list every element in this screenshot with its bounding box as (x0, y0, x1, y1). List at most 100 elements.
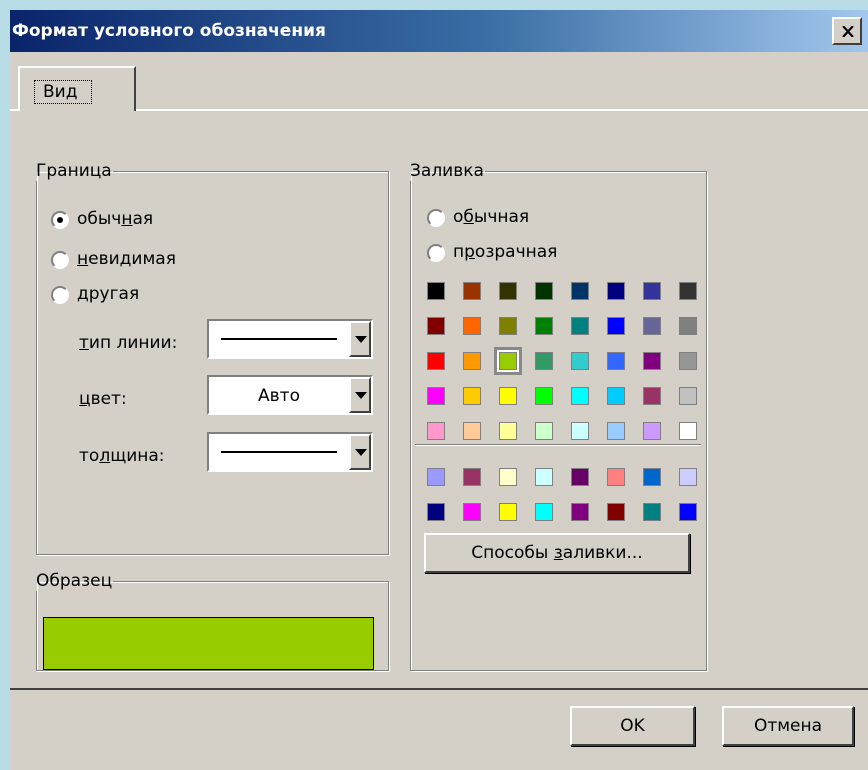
fill-transparent-radio[interactable] (427, 244, 445, 262)
color-swatch[interactable] (571, 282, 589, 300)
color-swatch[interactable] (607, 352, 625, 370)
border-invisible-label: невидимая (77, 249, 176, 269)
dialog-title: Формат условного обозначения (12, 21, 326, 41)
line-type-combo[interactable] (207, 319, 373, 359)
fill-group-legend: Заливка (410, 161, 484, 181)
line-thickness-label: толщина: (79, 446, 165, 466)
color-swatch[interactable] (497, 350, 519, 372)
color-swatch[interactable] (499, 317, 517, 335)
color-swatch[interactable] (499, 387, 517, 405)
color-swatch[interactable] (535, 387, 553, 405)
fill-normal-label: обычная (453, 207, 530, 227)
color-swatch[interactable] (427, 468, 445, 486)
fill-group: Заливка обычная прозрачная Способы залив… (410, 161, 707, 671)
ok-button[interactable]: OK (570, 706, 695, 746)
color-swatch[interactable] (535, 352, 553, 370)
ok-label: OK (620, 716, 645, 736)
line-thickness-sample (221, 451, 337, 453)
color-swatch[interactable] (463, 387, 481, 405)
color-swatch[interactable] (463, 352, 481, 370)
line-color-value: Авто (258, 386, 300, 406)
color-swatch[interactable] (499, 422, 517, 440)
color-swatch[interactable] (643, 387, 661, 405)
color-swatch[interactable] (427, 422, 445, 440)
color-swatch[interactable] (463, 422, 481, 440)
border-other-radio[interactable] (51, 286, 69, 304)
color-swatch[interactable] (643, 422, 661, 440)
color-swatch[interactable] (679, 317, 697, 335)
color-swatch[interactable] (643, 282, 661, 300)
tab-panel: Граница обычная невидимая другая тип лин… (10, 109, 868, 690)
color-swatch[interactable] (535, 317, 553, 335)
border-normal-radio[interactable] (51, 211, 69, 229)
color-swatch[interactable] (571, 387, 589, 405)
color-swatch[interactable] (571, 468, 589, 486)
color-swatch[interactable] (463, 282, 481, 300)
color-swatch[interactable] (571, 422, 589, 440)
cancel-label: Отмена (753, 716, 823, 736)
close-icon (842, 26, 854, 37)
line-type-dropdown-icon[interactable] (349, 321, 371, 357)
sample-group-legend: Образец (36, 571, 113, 591)
color-swatch[interactable] (463, 503, 481, 521)
line-thickness-combo[interactable] (207, 432, 373, 472)
border-group-legend: Граница (36, 161, 112, 181)
color-swatch[interactable] (643, 317, 661, 335)
format-legend-dialog: Формат условного обозначения Вид Граница… (10, 10, 868, 770)
color-swatch[interactable] (607, 282, 625, 300)
color-swatch[interactable] (571, 317, 589, 335)
color-swatch[interactable] (463, 317, 481, 335)
border-normal-label: обычная (77, 209, 154, 229)
line-thickness-dropdown-icon[interactable] (349, 434, 371, 470)
line-color-label: цвет: (79, 389, 127, 409)
color-swatch[interactable] (607, 468, 625, 486)
fill-effects-label: Способы заливки... (471, 543, 643, 563)
color-swatch[interactable] (427, 317, 445, 335)
color-swatch[interactable] (463, 468, 481, 486)
color-swatch[interactable] (427, 282, 445, 300)
line-type-label: тип линии: (79, 333, 178, 353)
line-color-combo[interactable]: Авто (207, 375, 373, 415)
fill-transparent-label: прозрачная (453, 242, 558, 262)
color-swatch[interactable] (535, 282, 553, 300)
color-swatch[interactable] (427, 352, 445, 370)
line-type-sample (221, 338, 337, 340)
color-swatch[interactable] (499, 282, 517, 300)
color-swatch[interactable] (607, 422, 625, 440)
title-bar[interactable]: Формат условного обозначения (10, 10, 868, 52)
color-swatch[interactable] (571, 352, 589, 370)
color-swatch[interactable] (535, 503, 553, 521)
color-swatch[interactable] (679, 503, 697, 521)
color-swatch[interactable] (607, 503, 625, 521)
color-swatch[interactable] (679, 422, 697, 440)
color-swatch[interactable] (679, 282, 697, 300)
color-swatch[interactable] (427, 503, 445, 521)
fill-normal-radio[interactable] (427, 209, 445, 227)
color-swatch[interactable] (535, 422, 553, 440)
color-swatch[interactable] (643, 352, 661, 370)
color-swatch[interactable] (499, 468, 517, 486)
tab-view[interactable]: Вид (18, 66, 136, 111)
close-button[interactable] (832, 17, 862, 45)
border-group: Граница обычная невидимая другая тип лин… (36, 161, 389, 555)
fill-effects-button[interactable]: Способы заливки... (424, 533, 690, 573)
color-swatch[interactable] (571, 503, 589, 521)
sample-group: Образец (36, 571, 389, 671)
color-swatch[interactable] (643, 503, 661, 521)
color-swatch[interactable] (679, 468, 697, 486)
color-swatch[interactable] (535, 468, 553, 486)
color-swatch[interactable] (643, 468, 661, 486)
color-swatch[interactable] (499, 503, 517, 521)
color-swatch[interactable] (679, 387, 697, 405)
tab-view-label: Вид (34, 80, 93, 104)
color-swatch[interactable] (427, 387, 445, 405)
line-color-dropdown-icon[interactable] (349, 377, 371, 413)
cancel-button[interactable]: Отмена (722, 706, 854, 746)
color-swatch[interactable] (607, 317, 625, 335)
color-swatch[interactable] (607, 387, 625, 405)
border-other-label: другая (77, 284, 140, 304)
border-invisible-radio[interactable] (51, 251, 69, 269)
palette-separator (415, 444, 701, 446)
color-swatch[interactable] (679, 352, 697, 370)
sample-preview (43, 617, 374, 670)
